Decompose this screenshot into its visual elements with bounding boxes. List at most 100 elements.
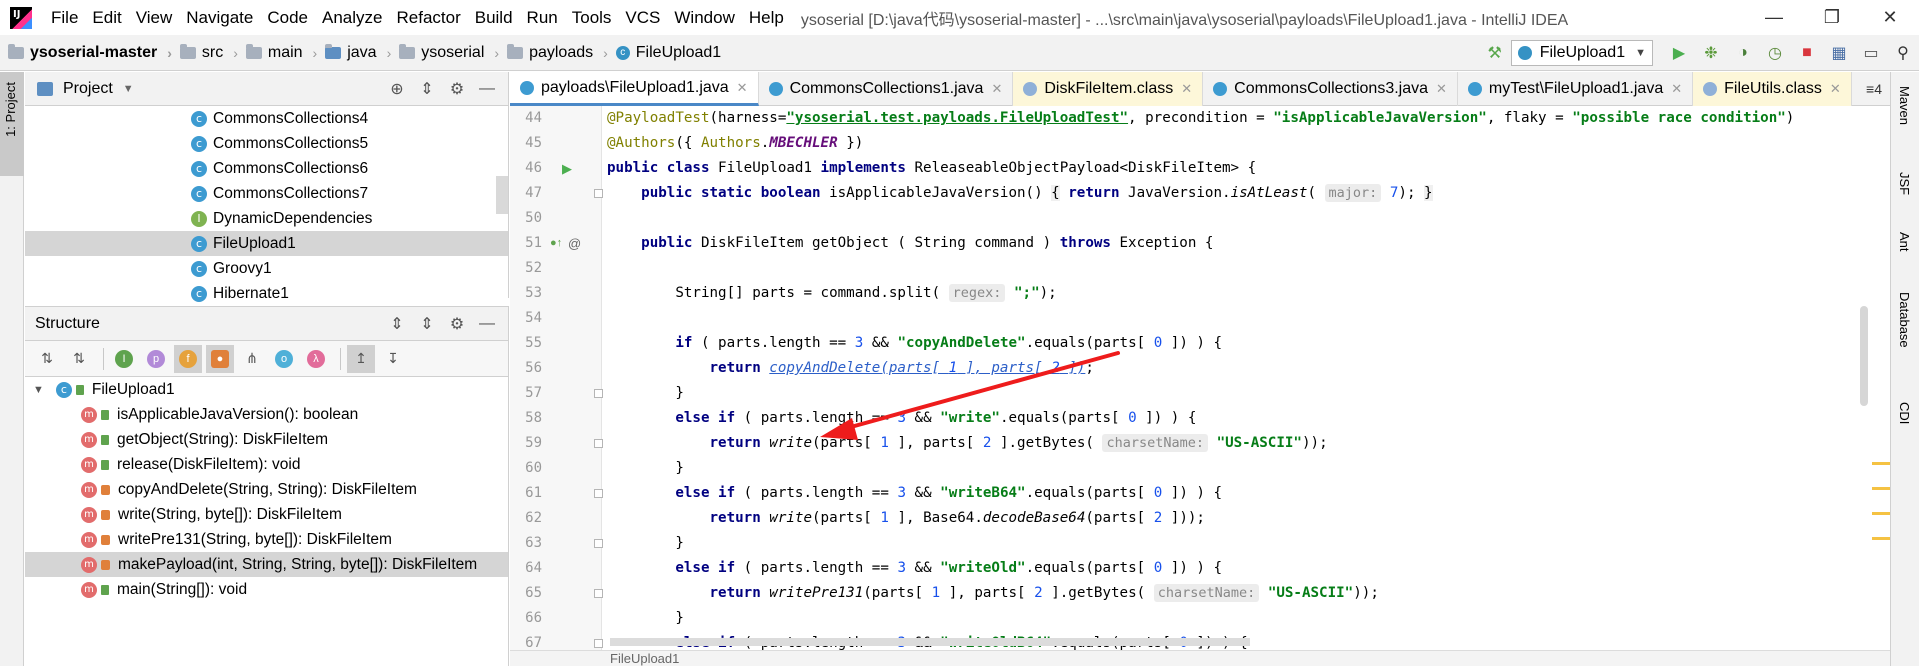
editor-tab[interactable]: myTest\FileUpload1.java ✕ — [1458, 72, 1694, 106]
editor-tab[interactable]: CommonsCollections3.java ✕ — [1203, 72, 1458, 106]
editor-tab[interactable]: FileUtils.class ✕ — [1693, 72, 1852, 106]
hide-icon[interactable]: — — [472, 80, 502, 98]
cdi-tab[interactable]: CDI — [1897, 402, 1912, 424]
ant-tab[interactable]: Ant — [1897, 232, 1912, 252]
tree-item[interactable]: c CommonsCollections4 — [25, 106, 508, 131]
database-tab[interactable]: Database — [1897, 292, 1912, 348]
fold-marker[interactable] — [594, 389, 603, 398]
close-tab-icon[interactable]: ✕ — [1436, 81, 1447, 97]
menu-edit[interactable]: Edit — [85, 8, 128, 28]
fold-marker[interactable] — [594, 439, 603, 448]
autoscroll-to-source-icon[interactable]: ↥ — [347, 344, 375, 373]
autoscroll-from-source-icon[interactable]: ↧ — [379, 345, 407, 373]
sort-alphabetically-icon[interactable]: ⇅ — [65, 345, 93, 373]
breadcrumb-payloads[interactable]: payloads › — [507, 43, 608, 62]
warning-stripe-marker[interactable] — [1872, 512, 1890, 515]
gear-icon[interactable]: ⚙ — [442, 79, 472, 99]
editor-horizontal-scrollbar[interactable] — [610, 638, 1250, 646]
editor-tab[interactable]: DiskFileItem.class ✕ — [1013, 72, 1204, 106]
close-tab-icon[interactable]: ✕ — [737, 80, 748, 96]
chevron-down-icon[interactable]: ▼ — [123, 83, 134, 95]
breadcrumb-main[interactable]: main › — [245, 43, 317, 62]
menu-tools[interactable]: Tools — [565, 8, 619, 28]
menu-window[interactable]: Window — [667, 8, 741, 28]
tree-item[interactable]: c CommonsCollections7 — [25, 181, 508, 206]
run-gutter-icon[interactable]: ▶ — [562, 156, 572, 181]
tree-item[interactable]: c CommonsCollections6 — [25, 156, 508, 181]
close-tab-icon[interactable]: ✕ — [991, 81, 1002, 97]
warning-stripe-marker[interactable] — [1872, 537, 1890, 540]
close-tab-icon[interactable]: ✕ — [1181, 81, 1192, 97]
menu-navigate[interactable]: Navigate — [179, 8, 260, 28]
run-icon[interactable]: ▶ — [1665, 39, 1693, 67]
fold-marker[interactable] — [594, 589, 603, 598]
show-inherited-icon[interactable]: I — [110, 345, 138, 373]
menu-refactor[interactable]: Refactor — [389, 8, 467, 28]
show-anonymous-icon[interactable]: ⋔ — [238, 345, 266, 373]
breadcrumb-ysoserial[interactable]: ysoserial › — [399, 43, 499, 62]
menu-analyze[interactable]: Analyze — [315, 8, 389, 28]
expand-all-icon[interactable]: ⇕ — [382, 314, 412, 334]
close-tab-icon[interactable]: ✕ — [1671, 81, 1682, 97]
editor-vertical-scrollbar[interactable] — [1860, 306, 1868, 406]
breadcrumb-src[interactable]: src › — [179, 43, 238, 62]
code-editor[interactable]: 44 45 46 47 50 51 52 53 54 55 56 57 58 5… — [510, 106, 1890, 650]
tree-item-selected[interactable]: c FileUpload1 — [25, 231, 508, 256]
structure-member[interactable]: m release(DiskFileItem): void — [25, 452, 508, 477]
show-fields-icon[interactable]: f — [174, 344, 202, 373]
menu-vcs[interactable]: VCS — [618, 8, 667, 28]
collapse-all-icon[interactable]: ⇕ — [412, 314, 442, 334]
menu-code[interactable]: Code — [260, 8, 315, 28]
debug-icon[interactable]: ❉ — [1697, 39, 1725, 67]
editor-breadcrumb[interactable]: FileUpload1 — [510, 650, 1890, 666]
restore-icon[interactable]: ❐ — [1803, 0, 1861, 35]
structure-member[interactable]: m getObject(String): DiskFileItem — [25, 427, 508, 452]
minimize-icon[interactable]: — — [1745, 0, 1803, 35]
coverage-icon[interactable]: ◑ — [1729, 39, 1757, 67]
menu-view[interactable]: View — [129, 8, 180, 28]
warning-stripe-marker[interactable] — [1872, 462, 1890, 465]
show-lambdas-icon[interactable]: λ — [302, 345, 330, 373]
code-area[interactable]: @PayloadTest(harness="ysoserial.test.pay… — [607, 106, 1890, 650]
sort-by-visibility-icon[interactable]: ⇅ — [33, 345, 61, 373]
project-tool-window-tab[interactable]: 1: Project — [0, 72, 24, 176]
structure-member[interactable]: m writePre131(String, byte[]): DiskFileI… — [25, 527, 508, 552]
close-tab-icon[interactable]: ✕ — [1830, 81, 1841, 97]
structure-member[interactable]: m isApplicableJavaVersion(): boolean — [25, 402, 508, 427]
structure-member[interactable]: m main(String[]): void — [25, 577, 508, 602]
project-scrollbar[interactable] — [496, 176, 508, 214]
fold-marker[interactable] — [594, 539, 603, 548]
jsf-tab[interactable]: JSF — [1897, 172, 1912, 195]
profile-icon[interactable]: ◷ — [1761, 39, 1789, 67]
fold-marker[interactable] — [594, 639, 603, 648]
menu-run[interactable]: Run — [520, 8, 565, 28]
editor-tab[interactable]: CommonsCollections1.java ✕ — [759, 72, 1014, 106]
maven-tab[interactable]: Maven — [1897, 86, 1912, 125]
implements-gutter-icon[interactable]: ●↑ — [550, 231, 562, 256]
structure-root[interactable]: ▼ c FileUpload1 — [25, 377, 508, 402]
structure-member[interactable]: m copyAndDelete(String, String): DiskFil… — [25, 477, 508, 502]
stop-icon[interactable]: ■ — [1793, 39, 1821, 67]
build-hammer-icon[interactable]: ⚒ — [1481, 39, 1509, 67]
breadcrumb-class[interactable]: c FileUpload1 — [615, 44, 721, 62]
fold-marker[interactable] — [594, 489, 603, 498]
tree-item[interactable]: c Groovy1 — [25, 256, 508, 281]
gear-icon[interactable]: ⚙ — [442, 314, 472, 334]
search-icon[interactable]: ⚲ — [1889, 39, 1917, 67]
layout-icon[interactable]: ▭ — [1857, 39, 1885, 67]
tree-item[interactable]: c Hibernate1 — [25, 281, 508, 306]
breadcrumb-project[interactable]: ysoserial-master › — [8, 43, 172, 62]
hide-icon[interactable]: — — [472, 315, 502, 333]
tabs-overflow-button[interactable]: ≡4 — [1858, 72, 1890, 105]
close-icon[interactable]: ✕ — [1861, 0, 1919, 35]
tree-item[interactable]: I DynamicDependencies — [25, 206, 508, 231]
structure-member-selected[interactable]: m makePayload(int, String, String, byte[… — [25, 552, 508, 577]
warning-stripe-marker[interactable] — [1872, 487, 1890, 490]
menu-help[interactable]: Help — [742, 8, 791, 28]
breadcrumb-java[interactable]: java › — [325, 43, 391, 62]
menu-build[interactable]: Build — [468, 8, 520, 28]
editor-tab-active[interactable]: payloads\FileUpload1.java ✕ — [510, 72, 759, 106]
menu-file[interactable]: File — [44, 8, 85, 28]
show-properties-icon[interactable]: p — [142, 345, 170, 373]
annotation-gutter-icon[interactable]: @ — [568, 231, 581, 256]
